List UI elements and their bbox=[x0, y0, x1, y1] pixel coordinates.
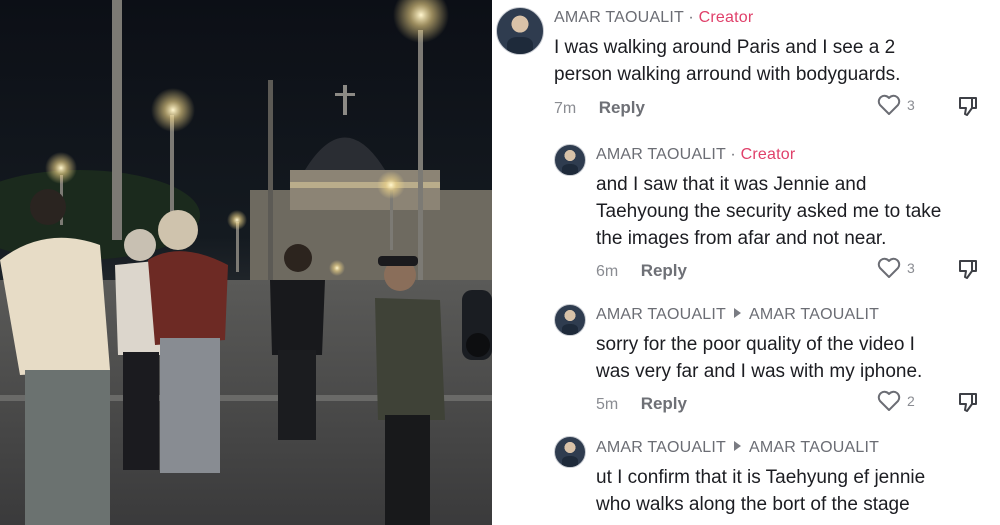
comment-line: the images from afar and not near. bbox=[596, 228, 887, 249]
comment-text: ut I confirm that it is Taehyung ef jenn… bbox=[596, 464, 925, 518]
like-button[interactable]: 3 bbox=[877, 257, 915, 279]
comment-time: 5m bbox=[596, 396, 619, 413]
thumbs-down-icon bbox=[959, 97, 977, 116]
dislike-button[interactable] bbox=[956, 257, 980, 281]
comment-line: ut I confirm that it is Taehyung ef jenn… bbox=[596, 467, 926, 488]
comment-text: sorry for the poor quality of the video … bbox=[596, 331, 922, 385]
comment-header: AMAR TAOUALIT · Creator bbox=[596, 146, 795, 164]
like-button[interactable]: 2 bbox=[877, 390, 915, 412]
thumbs-down-icon bbox=[959, 393, 977, 412]
avatar[interactable] bbox=[554, 304, 586, 336]
comment-meta: 7m Reply bbox=[554, 98, 645, 118]
comment-header: AMAR TAOUALIT AMAR TAOUALIT bbox=[596, 439, 879, 457]
street-photo-illustration bbox=[0, 0, 492, 525]
comment-header: AMAR TAOUALIT AMAR TAOUALIT bbox=[596, 306, 879, 324]
comment-text: and I saw that it was Jennie and Taehyou… bbox=[596, 171, 941, 252]
heart-outline-icon bbox=[877, 390, 901, 411]
dislike-button[interactable] bbox=[956, 390, 980, 414]
like-button[interactable]: 3 bbox=[877, 94, 915, 116]
creator-badge: Creator bbox=[698, 9, 754, 26]
reply-button[interactable]: Reply bbox=[641, 261, 687, 280]
comment-item: AMAR TAOUALIT AMAR TAOUALIT ut I confirm … bbox=[492, 430, 1000, 525]
comment-item: AMAR TAOUALIT AMAR TAOUALIT sorry for the… bbox=[492, 295, 1000, 430]
comment-meta: 5m Reply bbox=[596, 394, 687, 414]
author-name[interactable]: AMAR TAOUALIT bbox=[596, 439, 726, 456]
comment-line: person walking arround with bodyguards. bbox=[554, 64, 901, 85]
comment-meta: 6m Reply bbox=[596, 261, 687, 281]
author-name[interactable]: AMAR TAOUALIT bbox=[554, 9, 684, 26]
reply-to-name[interactable]: AMAR TAOUALIT bbox=[749, 306, 879, 323]
avatar[interactable] bbox=[554, 436, 586, 468]
avatar[interactable] bbox=[554, 144, 586, 176]
comment-header: AMAR TAOUALIT · Creator bbox=[554, 9, 753, 27]
separator: · bbox=[688, 9, 694, 26]
author-name[interactable]: AMAR TAOUALIT bbox=[596, 306, 726, 323]
comment-line: Taehyoung the security asked me to take bbox=[596, 201, 942, 222]
comment-text: I was walking around Paris and I see a 2… bbox=[554, 34, 900, 88]
reply-button[interactable]: Reply bbox=[641, 394, 687, 413]
comments-panel: AMAR TAOUALIT · Creator I was walking ar… bbox=[492, 0, 1000, 525]
creator-badge: Creator bbox=[740, 146, 796, 163]
like-count: 3 bbox=[907, 97, 915, 113]
caret-right-icon bbox=[734, 308, 742, 318]
comment-line: was very far and I was with my iphone. bbox=[596, 361, 923, 382]
avatar[interactable] bbox=[496, 7, 544, 55]
reply-to-name[interactable]: AMAR TAOUALIT bbox=[749, 439, 879, 456]
author-name[interactable]: AMAR TAOUALIT bbox=[596, 146, 726, 163]
reply-button[interactable]: Reply bbox=[599, 98, 645, 117]
heart-outline-icon bbox=[877, 94, 901, 115]
heart-outline-icon bbox=[877, 257, 901, 278]
comment-time: 7m bbox=[554, 100, 577, 117]
comment-line: sorry for the poor quality of the video … bbox=[596, 334, 915, 355]
street-photo bbox=[0, 0, 492, 525]
dislike-button[interactable] bbox=[956, 94, 980, 118]
thumbs-down-icon bbox=[959, 260, 977, 279]
comment-time: 6m bbox=[596, 263, 619, 280]
comment-item: AMAR TAOUALIT · Creator I was walking ar… bbox=[492, 0, 1000, 135]
caret-right-icon bbox=[734, 441, 742, 451]
comment-line: and I saw that it was Jennie and bbox=[596, 174, 867, 195]
like-count: 2 bbox=[907, 393, 915, 409]
like-count: 3 bbox=[907, 260, 915, 276]
comment-line: I was walking around Paris and I see a 2 bbox=[554, 37, 896, 58]
comment-line: who walks along the bort of the stage bbox=[596, 494, 910, 515]
separator: · bbox=[730, 146, 736, 163]
comment-item: AMAR TAOUALIT · Creator and I saw that i… bbox=[492, 135, 1000, 295]
